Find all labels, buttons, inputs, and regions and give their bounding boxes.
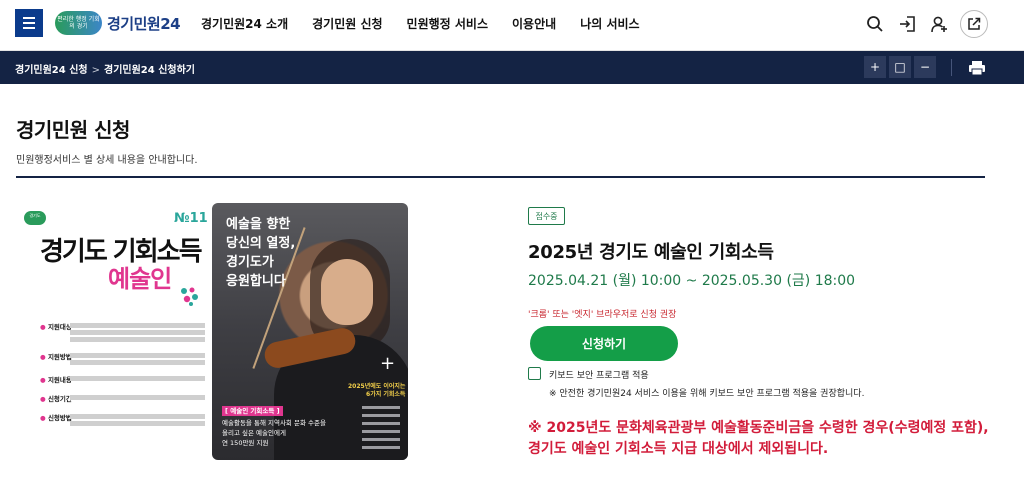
poster-slogan-line: 응원합니다 — [226, 274, 286, 289]
poster-slogan: 예술을 향한 당신의 열정, 경기도가 응원합니다 — [226, 215, 295, 291]
poster-program-list — [362, 406, 400, 454]
poster-highlight-line: 6가지 기회소득 — [366, 391, 406, 398]
poster-info-row: 지원내용 — [40, 374, 205, 384]
poster-badge: 경기도 — [24, 211, 46, 225]
program-poster: 경기도 №11 경기도 기회소득 예술인 지원대상 지원방법 지원내용 신청기간… — [18, 203, 408, 460]
poster-info-row: 지원대상 — [40, 321, 205, 342]
poster-desc-line: 연 150만원 지원 — [222, 439, 269, 447]
poster-subtitle: 예술인 — [108, 265, 172, 293]
poster-info-value — [70, 321, 205, 342]
keyboard-security-label[interactable]: 키보드 보안 프로그램 적용 — [549, 368, 649, 381]
poster-info-value — [70, 374, 205, 384]
page-title: 경기민원 신청 — [16, 118, 130, 142]
poster-info-value — [70, 412, 205, 426]
nav-item-apply[interactable]: 경기민원 신청 — [312, 15, 382, 32]
nav-item-guide[interactable]: 이용안내 — [512, 15, 556, 32]
poster-info-key: 신청기간 — [40, 393, 72, 403]
breadcrumb-separator: > — [91, 65, 100, 76]
page-description: 민원행정서비스 별 상세 내용을 안내합니다. — [16, 155, 198, 166]
nav-item-my-service[interactable]: 나의 서비스 — [580, 15, 639, 32]
divider — [951, 59, 952, 76]
poster-highlight: 2025년에도 이어지는 6가지 기회소득 — [348, 383, 405, 399]
breadcrumb-item-current: 경기민원24 신청하기 — [104, 65, 195, 76]
zoom-out-button[interactable]: − — [914, 56, 936, 78]
poster-info-value — [70, 351, 205, 365]
poster-info-key: 지원내용 — [40, 374, 72, 384]
browser-note: '크롬' 또는 '엣지' 브라우저로 신청 권장 — [528, 310, 677, 320]
logo-text: 경기민원24 — [107, 14, 181, 33]
service-title: 2025년 경기도 예술인 기회소득 — [528, 242, 774, 263]
breadcrumb-item-apply[interactable]: 경기민원24 신청 — [15, 65, 88, 76]
printer-icon[interactable] — [968, 60, 986, 76]
poster-info-row: 지원방법 — [40, 351, 205, 365]
site-logo[interactable]: 편리한 행정 기회의 경기 경기민원24 — [55, 11, 181, 35]
zoom-reset-button[interactable]: □ — [889, 56, 911, 78]
poster-program-desc: [ 예술인 기회소득 ] 예술활동을 통해 지역사회 문화 수준을 올리고 싶은… — [222, 406, 352, 448]
poster-tag: [ 예술인 기회소득 ] — [222, 406, 283, 416]
application-period: 2025.04.21 (월) 10:00 ~ 2025.05.30 (금) 18… — [528, 273, 856, 289]
zoom-in-button[interactable]: + — [864, 56, 886, 78]
site-header: 편리한 행정 기회의 경기 경기민원24 경기민원24 소개 경기민원 신청 민… — [0, 0, 1024, 51]
nav-item-intro[interactable]: 경기민원24 소개 — [201, 15, 288, 32]
poster-left-panel: 경기도 №11 경기도 기회소득 예술인 지원대상 지원방법 지원내용 신청기간… — [18, 203, 208, 460]
keyboard-security-note: ※ 안전한 경기민원24 서비스 이용을 위해 키보드 보안 프로그램 적용을 … — [549, 389, 865, 399]
poster-desc-line: 올리고 싶은 예술인에게 — [222, 429, 286, 437]
header-icons — [864, 10, 988, 38]
poster-highlight-line: 2025년에도 이어지는 — [348, 383, 406, 390]
poster-photo-panel: 예술을 향한 당신의 열정, 경기도가 응원합니다 + 2025년에도 이어지는… — [212, 203, 408, 460]
zoom-controls: + □ − — [864, 56, 936, 78]
breadcrumb: 경기민원24 신청 > 경기민원24 신청하기 — [15, 61, 195, 76]
menu-icon[interactable] — [15, 9, 43, 37]
poster-info-value — [70, 393, 205, 403]
poster-number: №11 — [174, 211, 208, 226]
apply-button[interactable]: 신청하기 — [530, 326, 678, 361]
poster-info-row: 신청방법 — [40, 412, 205, 426]
logo-badge: 편리한 행정 기회의 경기 — [55, 11, 102, 35]
status-badge: 접수중 — [528, 207, 565, 225]
decorative-dots-icon — [178, 285, 200, 307]
user-add-icon[interactable] — [928, 13, 950, 35]
external-link-icon[interactable] — [960, 10, 988, 38]
eligibility-warning: ※ 2025년도 문화체육관광부 예술활동준비금을 수령한 경우(수령예정 포함… — [528, 420, 989, 457]
breadcrumb-bar: 경기민원24 신청 > 경기민원24 신청하기 + □ − — [0, 51, 1024, 84]
poster-info-key: 지원대상 — [40, 321, 72, 342]
poster-info-list: 지원대상 지원방법 지원내용 신청기간 신청방법 — [40, 321, 205, 435]
poster-slogan-line: 당신의 열정, — [226, 236, 296, 251]
nav-item-services[interactable]: 민원행정 서비스 — [407, 15, 488, 32]
poster-desc-line: 예술활동을 통해 지역사회 문화 수준을 — [222, 419, 326, 427]
poster-slogan-line: 경기도가 — [226, 255, 274, 270]
login-icon[interactable] — [896, 13, 918, 35]
main-nav: 경기민원24 소개 경기민원 신청 민원행정 서비스 이용안내 나의 서비스 — [201, 15, 640, 32]
keyboard-security-checkbox[interactable] — [528, 367, 541, 380]
plus-icon: + — [380, 353, 396, 374]
poster-photo-face — [321, 259, 373, 325]
poster-slogan-line: 예술을 향한 — [226, 217, 291, 232]
poster-info-key: 지원방법 — [40, 351, 72, 365]
poster-info-key: 신청방법 — [40, 412, 72, 426]
poster-info-row: 신청기간 — [40, 393, 205, 403]
search-icon[interactable] — [864, 13, 886, 35]
title-divider — [16, 176, 985, 178]
